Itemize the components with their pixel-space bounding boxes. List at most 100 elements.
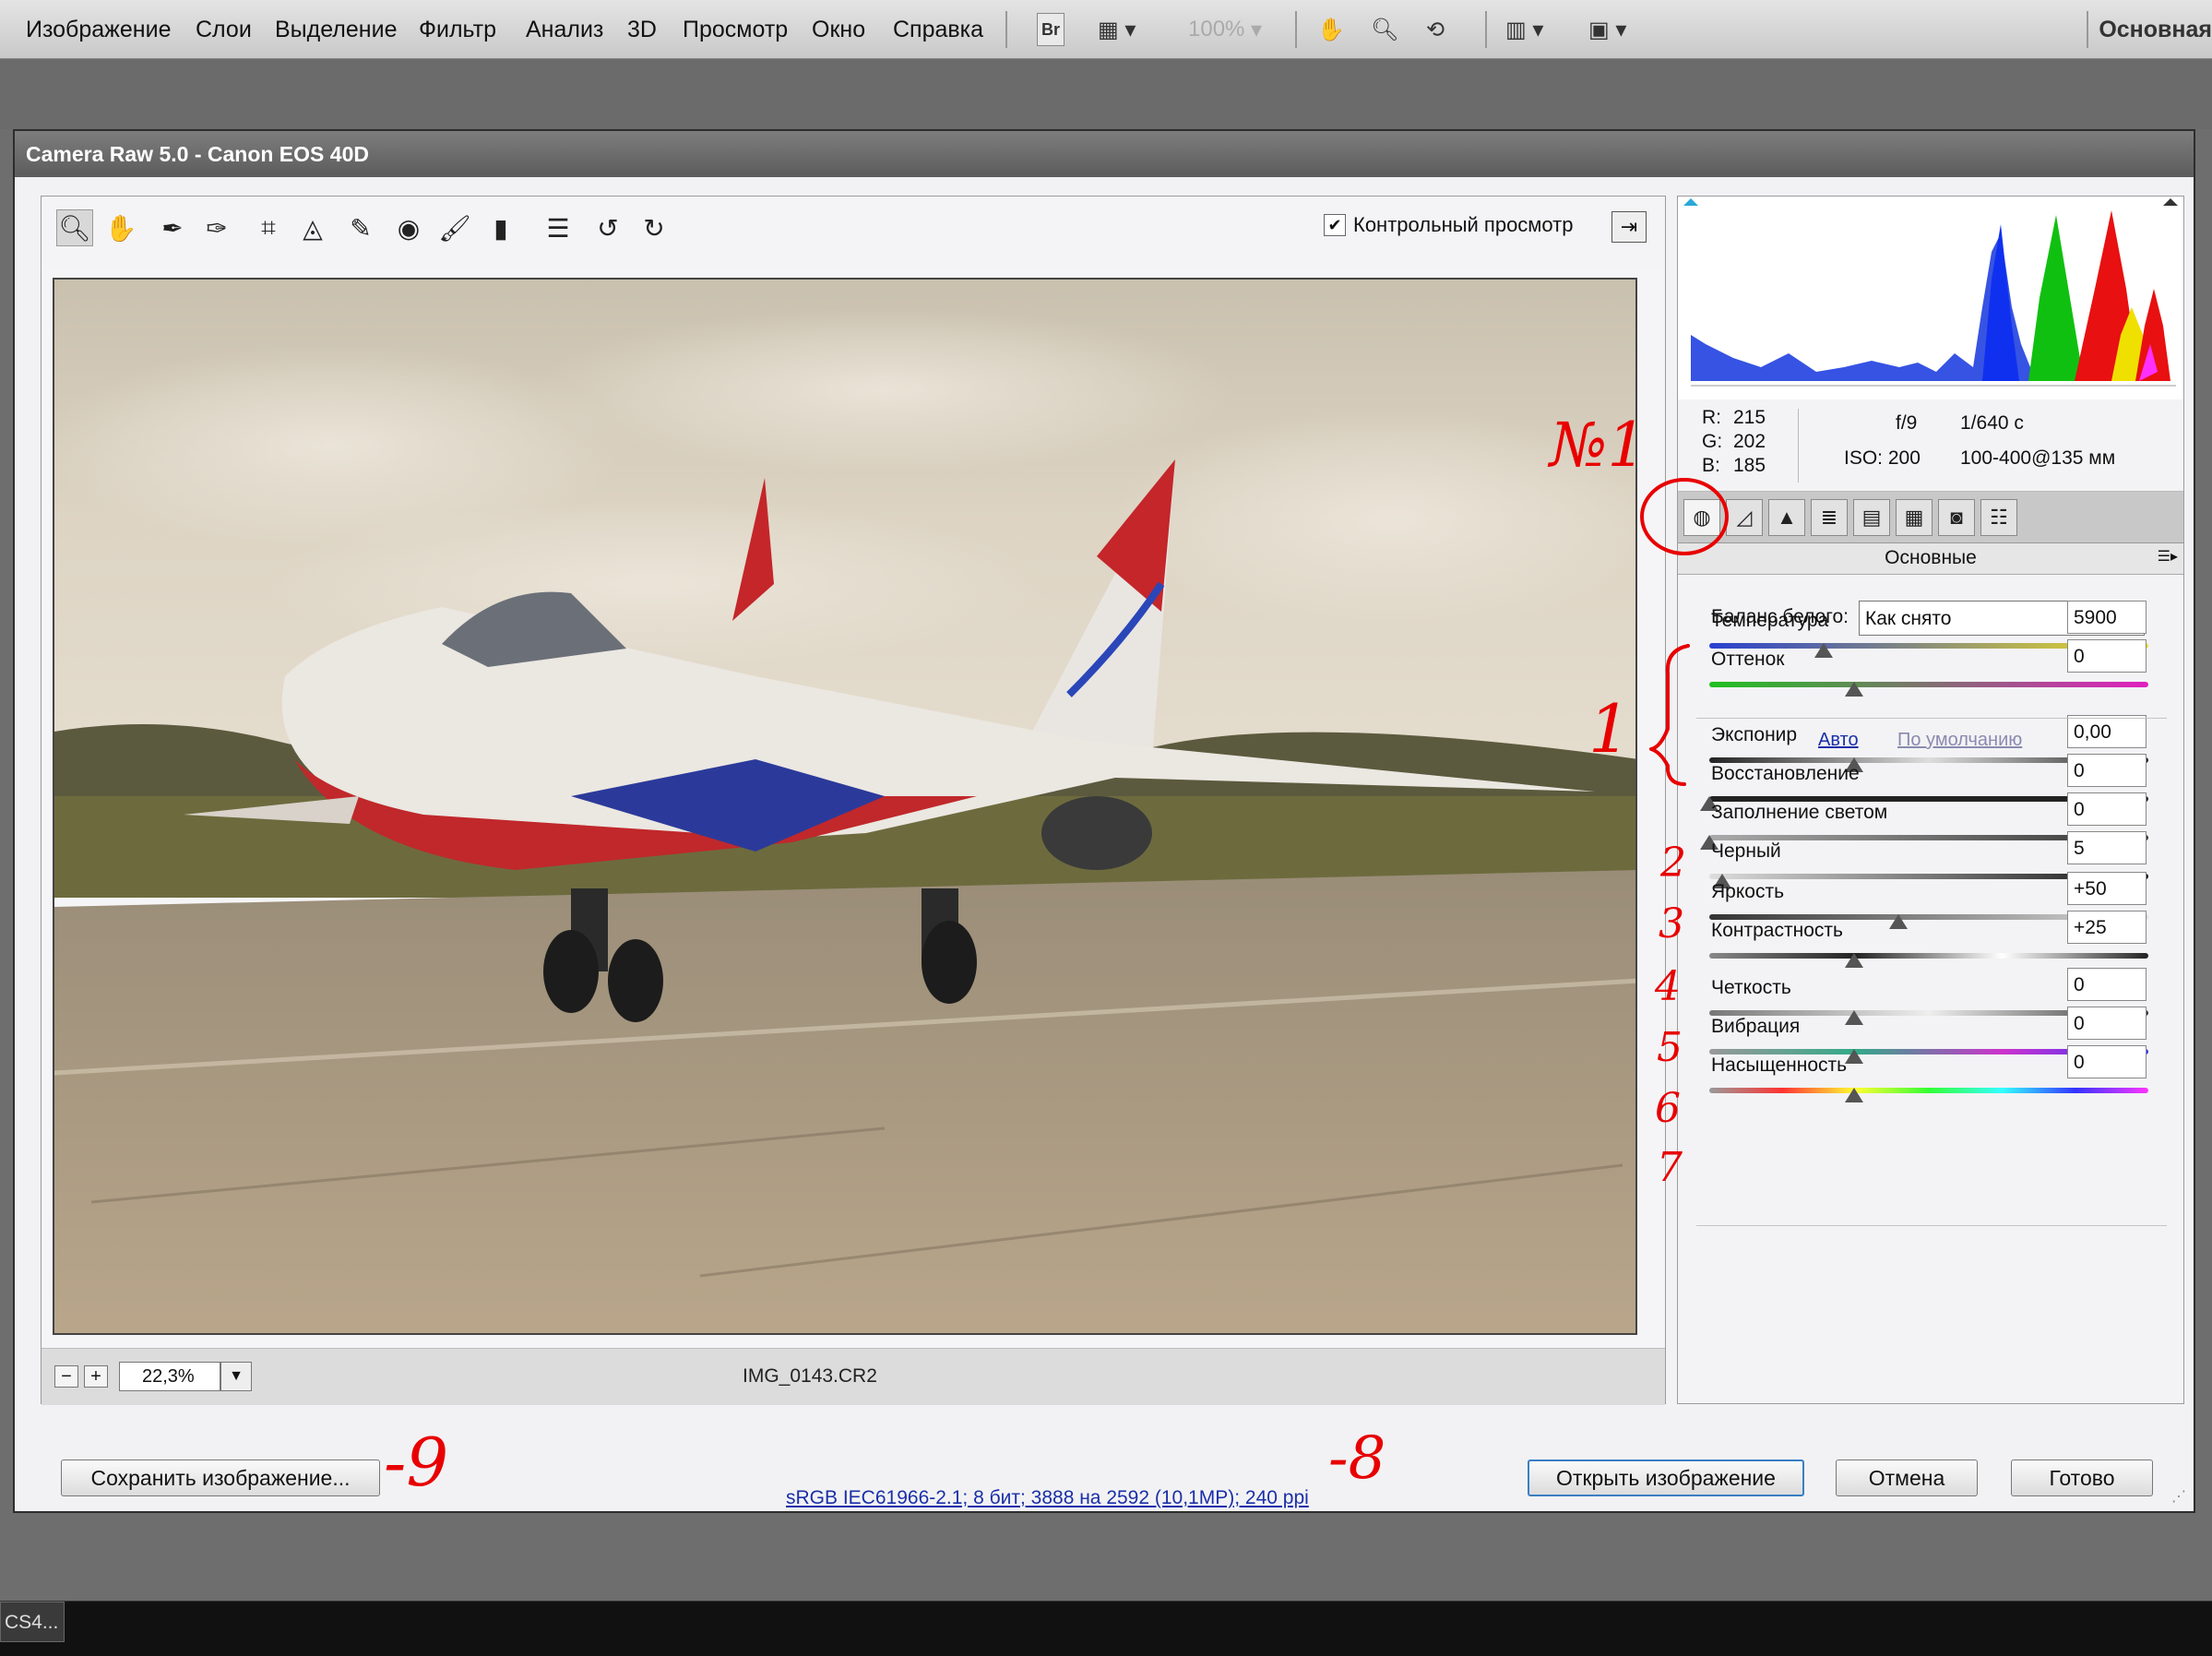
blacks-field[interactable]: 5 [2067, 831, 2147, 864]
tint-field[interactable]: 0 [2067, 639, 2147, 673]
menu-filter[interactable]: Фильтр [419, 17, 496, 43]
photo-preview[interactable] [53, 278, 1637, 1335]
aircraft-photo [54, 280, 1635, 1333]
contrast-slider-thumb[interactable] [1845, 953, 1864, 968]
file-name: IMG_0143.CR2 [743, 1365, 877, 1387]
save-image-button[interactable]: Сохранить изображение... [61, 1459, 380, 1496]
menu-3d[interactable]: 3D [627, 17, 657, 43]
open-image-button[interactable]: Открыть изображение [1528, 1459, 1804, 1496]
adjustment-brush-icon[interactable]: 🖌︎ [436, 209, 473, 246]
menu-layers[interactable]: Слои [196, 17, 252, 43]
saturation-slider-thumb[interactable] [1845, 1088, 1864, 1102]
zoom-field[interactable]: 22,3% [119, 1362, 220, 1391]
fullscreen-toggle-icon[interactable]: ⇥ [1611, 211, 1647, 243]
preferences-icon[interactable]: ☰ [540, 209, 577, 246]
dialog-titlebar[interactable]: Camera Raw 5.0 - Canon EOS 40D [15, 131, 2194, 177]
clarity-field[interactable]: 0 [2067, 968, 2147, 1001]
resize-grip-icon[interactable]: ⋰ [2171, 1487, 2186, 1506]
dialog-title: Camera Raw 5.0 - Canon EOS 40D [26, 142, 369, 166]
brightness-label: Яркость [1711, 881, 1785, 902]
straighten-tool-icon[interactable]: ◬ [294, 209, 331, 246]
lens-corrections-tab-icon[interactable]: ▦ [1896, 499, 1933, 536]
brightness-field[interactable]: +50 [2067, 872, 2147, 905]
iso: ISO: 200 [1844, 447, 1921, 469]
hand-tool-icon[interactable]: ✋ [102, 209, 139, 246]
tint-slider-thumb[interactable] [1845, 682, 1864, 697]
basic-tab-icon[interactable]: ◍ [1683, 499, 1720, 536]
rotate-left-icon[interactable]: ↺ [589, 209, 626, 246]
menubar-separator [2087, 11, 2088, 48]
cancel-button[interactable]: Отмена [1836, 1459, 1978, 1496]
rotate-view-icon[interactable]: ⟲ [1426, 13, 1445, 46]
zoom-out-button[interactable]: − [54, 1365, 78, 1388]
vibrance-slider-thumb[interactable] [1845, 1049, 1864, 1064]
taskbar-item[interactable]: CS4... [0, 1602, 65, 1642]
graduated-filter-icon[interactable]: ▮ [482, 209, 519, 246]
menu-window[interactable]: Окно [812, 17, 865, 43]
crop-tool-icon[interactable]: ⌗ [250, 209, 287, 246]
menu-image[interactable]: Изображение [26, 17, 171, 43]
menu-help[interactable]: Справка [893, 17, 983, 43]
contrast-field[interactable]: +25 [2067, 911, 2147, 944]
auto-link[interactable]: Авто [1818, 730, 1859, 751]
app-menubar: Изображение Слои Выделение Фильтр Анализ… [0, 0, 2212, 59]
hsl-tab-icon[interactable]: ≣ [1811, 499, 1848, 536]
presets-tab-icon[interactable]: ☷ [1980, 499, 2017, 536]
saturation-slider-track[interactable] [1709, 1088, 2148, 1093]
zoom-icon[interactable]: 🔍︎ [1371, 13, 1398, 46]
temperature-field[interactable]: 5900 [2067, 601, 2147, 634]
red-eye-tool-icon[interactable]: ◉ [390, 209, 427, 246]
workspace-background [0, 59, 2212, 129]
menubar-separator [1485, 11, 1487, 48]
done-button[interactable]: Готово [2011, 1459, 2153, 1496]
blue-value: 185 [1733, 455, 1766, 476]
zoom-level-label: 100% [1188, 17, 1245, 42]
default-link[interactable]: По умолчанию [1897, 730, 2022, 751]
clarity-slider-thumb[interactable] [1845, 1010, 1864, 1025]
menu-view[interactable]: Просмотр [683, 17, 788, 43]
view-extras-icon[interactable]: ▦ ▾ [1098, 13, 1136, 46]
recovery-field[interactable]: 0 [2067, 754, 2147, 787]
lens-info: 100-400@135 мм [1960, 447, 2116, 469]
temperature-slider-thumb[interactable] [1814, 643, 1833, 658]
vibrance-field[interactable]: 0 [2067, 1007, 2147, 1040]
workspace-switcher[interactable]: Основная [2099, 17, 2212, 43]
split-toning-tab-icon[interactable]: ▤ [1853, 499, 1890, 536]
bridge-button[interactable]: Br [1037, 13, 1065, 46]
rotate-right-icon[interactable]: ↻ [636, 209, 672, 246]
brightness-slider-thumb[interactable] [1888, 914, 1908, 929]
fill-light-field[interactable]: 0 [2067, 792, 2147, 826]
preview-checkbox[interactable]: ✔ Контрольный просмотр [1324, 213, 1574, 237]
workflow-options-link[interactable]: sRGB IEC61966-2.1; 8 бит; 3888 на 2592 (… [786, 1487, 1309, 1509]
saturation-field[interactable]: 0 [2067, 1045, 2147, 1078]
vibrance-label: Вибрация [1711, 1016, 1801, 1037]
tint-slider-track[interactable] [1709, 682, 2148, 687]
menu-select[interactable]: Выделение [275, 17, 397, 43]
panel-tabs: ◍ ◿ ▲ ≣ ▤ ▦ ◙ ☷ [1678, 492, 2183, 543]
temperature-label: Температура [1711, 610, 1829, 631]
zoom-tool-icon[interactable]: 🔍︎ [56, 209, 93, 246]
detail-tab-icon[interactable]: ▲ [1768, 499, 1805, 536]
color-sampler-tool-icon[interactable]: ✑ [198, 209, 235, 246]
white-balance-tool-icon[interactable]: ✒ [154, 209, 191, 246]
menu-analysis[interactable]: Анализ [526, 17, 603, 43]
camera-calibration-tab-icon[interactable]: ◙ [1938, 499, 1975, 536]
fill-light-label: Заполнение светом [1711, 802, 1888, 823]
tone-curve-tab-icon[interactable]: ◿ [1726, 499, 1763, 536]
hand-icon[interactable]: ✋ [1317, 13, 1345, 46]
zoom-in-button[interactable]: + [84, 1365, 108, 1388]
retouch-tool-icon[interactable]: ✎ [342, 209, 379, 246]
exposure-field[interactable]: 0,00 [2067, 715, 2147, 748]
dialog-body: 🔍︎ ✋ ✒ ✑ ⌗ ◬ ✎ ◉ 🖌︎ ▮ ☰ ↺ ↻ ✔ Контрольны… [15, 177, 2194, 1511]
contrast-label: Контрастность [1711, 920, 1843, 941]
adjustments-panel: R: 215 G: 202 B: 185 f/9 1/640 c ISO: 20… [1677, 196, 2184, 1404]
zoom-level[interactable]: 100% ▾ [1188, 13, 1262, 46]
taskbar: CS4... [0, 1601, 2212, 1656]
screen-mode-icon[interactable]: ▣ ▾ [1588, 13, 1626, 46]
panel-header: Основные ☰▸ [1678, 543, 2183, 575]
contrast-slider-track[interactable] [1709, 953, 2148, 959]
camera-raw-dialog: Camera Raw 5.0 - Canon EOS 40D 🔍︎ ✋ ✒ ✑ … [13, 129, 2195, 1513]
panel-menu-icon[interactable]: ☰▸ [2158, 547, 2178, 566]
chevron-down-icon[interactable]: ▼ [220, 1362, 252, 1391]
arrange-documents-icon[interactable]: ▥ ▾ [1505, 13, 1543, 46]
